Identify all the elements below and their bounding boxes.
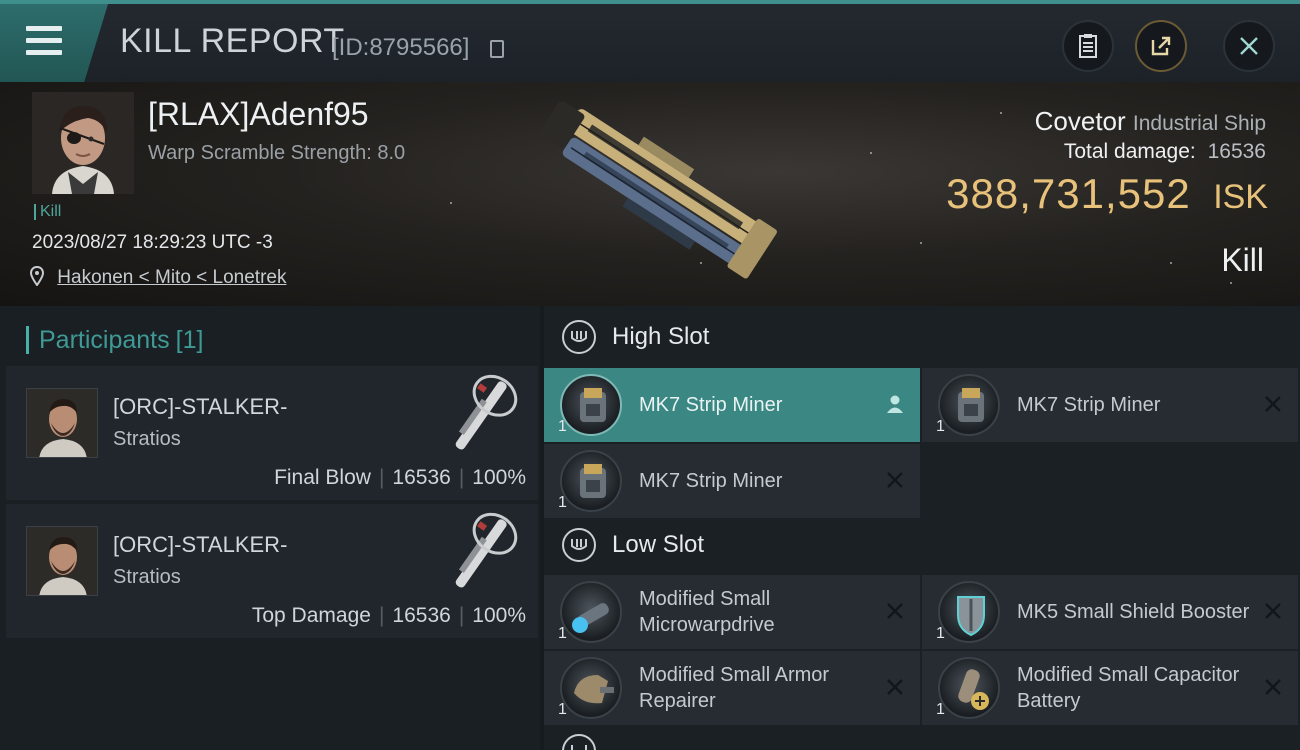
participant-percent: 100% — [472, 466, 526, 489]
participant-name: [ORC]-STALKER- — [113, 532, 288, 557]
participant-name: [ORC]-STALKER- — [113, 394, 288, 419]
copy-icon[interactable] — [490, 40, 504, 58]
module-quantity: 1 — [936, 701, 945, 718]
kill-datetime: 2023/08/27 18:29:23 UTC -3 — [32, 232, 273, 253]
kill-location-link[interactable]: Hakonen < Mito < Lonetrek — [30, 266, 286, 289]
warp-scramble-strength: Warp Scramble Strength: 8.0 — [148, 142, 406, 164]
module-quantity: 1 — [936, 418, 945, 435]
isk-loss: 388,731,552 ISK — [946, 170, 1268, 218]
low-slot-header: Low Slot — [562, 528, 704, 562]
module-item[interactable]: 1 Modified Small Microwarpdrive — [544, 575, 920, 649]
share-icon — [1151, 36, 1171, 56]
slot-icon — [562, 734, 596, 750]
close-icon — [887, 472, 903, 488]
slot-icon — [562, 528, 596, 562]
participant-role: Final Blow — [274, 466, 371, 489]
participant-damage: 16536 — [392, 604, 451, 627]
participants-title: Participants — [39, 326, 170, 354]
location-pin-icon — [30, 266, 44, 286]
module-quantity: 1 — [558, 625, 567, 642]
strip-miner-icon — [560, 450, 622, 512]
module-item[interactable]: 1 MK7 Strip Miner — [544, 444, 920, 518]
participant-avatar[interactable] — [26, 388, 98, 458]
share-button[interactable] — [1135, 20, 1187, 72]
clipboard-icon — [1079, 34, 1097, 58]
participant-role: Top Damage — [251, 604, 371, 627]
module-quantity: 1 — [558, 701, 567, 718]
participant-ship-image[interactable] — [436, 372, 528, 460]
strip-miner-icon — [560, 374, 622, 436]
victim-ship-line: Covetor Industrial Ship — [1035, 106, 1266, 137]
module-name: MK7 Strip Miner — [1017, 394, 1161, 416]
capacitor-battery-icon — [938, 657, 1000, 719]
close-icon — [1265, 396, 1281, 412]
participant-percent: 100% — [472, 604, 526, 627]
kill-tag: Kill — [34, 204, 61, 220]
total-damage-label: Total damage: — [1063, 140, 1196, 163]
close-icon — [887, 603, 903, 619]
fitting-panel: High Slot 1 MK7 Strip Miner 1 MK7 Strip … — [544, 306, 1300, 750]
low-slot-title: Low Slot — [612, 531, 705, 558]
participant-ship: Stratios — [113, 428, 181, 450]
person-icon[interactable] — [884, 393, 906, 415]
top-bar: KILL REPORT [ID:8795566] — [0, 0, 1300, 82]
participant-damage: 16536 — [392, 466, 451, 489]
module-name: MK5 Small Shield Booster — [1017, 601, 1250, 623]
participant-row[interactable]: [ORC]-STALKER- Stratios Final Blow | 16536… — [6, 366, 538, 500]
participant-stats: Final Blow | 16536 | 100% — [274, 466, 526, 489]
total-damage-value: 16536 — [1207, 140, 1266, 163]
menu-button[interactable] — [0, 4, 108, 82]
next-slot-header — [562, 734, 612, 750]
module-item[interactable]: 1 Modified Small Armor Repairer — [544, 651, 920, 725]
victim-ship-image[interactable] — [515, 102, 790, 282]
armor-repairer-icon — [560, 657, 622, 719]
high-slot-title: High Slot — [612, 323, 710, 350]
page-title: KILL REPORT — [120, 22, 345, 60]
module-name: Modified Small Armor Repairer — [639, 664, 830, 712]
close-icon — [1265, 679, 1281, 695]
strip-miner-icon — [938, 374, 1000, 436]
isk-value: 388,731,552 — [946, 170, 1191, 217]
victim-name: [RLAX]Adenf95 — [148, 96, 369, 132]
menu-icon — [26, 26, 62, 56]
isk-unit: ISK — [1213, 178, 1268, 216]
ship-class: Industrial Ship — [1132, 112, 1266, 135]
participants-count: [1] — [175, 326, 204, 354]
result-label: Kill — [1221, 242, 1264, 278]
participant-stats: Top Damage | 16536 | 100% — [251, 604, 526, 627]
close-icon — [1240, 37, 1258, 55]
module-quantity: 1 — [936, 625, 945, 642]
slot-icon — [562, 320, 596, 354]
module-name: Modified Small Microwarpdrive — [639, 588, 775, 636]
kill-summary-banner: [RLAX]Adenf95 Warp Scramble Strength: 8.… — [0, 82, 1300, 306]
module-item[interactable]: 1 MK5 Small Shield Booster — [922, 575, 1298, 649]
module-item[interactable]: 1 Modified Small Capacitor Battery — [922, 651, 1298, 725]
participant-ship-image[interactable] — [436, 510, 528, 598]
close-button[interactable] — [1223, 20, 1275, 72]
location-text: Hakonen < Mito < Lonetrek — [57, 267, 287, 288]
module-item[interactable]: 1 MK7 Strip Miner — [922, 368, 1298, 442]
microwarpdrive-icon — [560, 581, 622, 643]
ship-name: Covetor — [1034, 106, 1126, 136]
clipboard-button[interactable] — [1062, 20, 1114, 72]
high-slot-header: High Slot — [562, 320, 709, 354]
participants-header: Participants [1] — [26, 326, 203, 354]
module-name: MK7 Strip Miner — [639, 470, 783, 492]
total-damage: Total damage: 16536 — [1064, 140, 1266, 164]
participants-panel: Participants [1] [ORC]-STALKER- Stratios … — [0, 306, 540, 750]
participant-avatar[interactable] — [26, 526, 98, 596]
shield-booster-icon — [938, 581, 1000, 643]
participant-row[interactable]: [ORC]-STALKER- Stratios Top Damage | 16536… — [6, 504, 538, 638]
participant-ship: Stratios — [113, 566, 181, 588]
close-icon — [887, 679, 903, 695]
report-id: [ID:8795566] — [332, 34, 470, 61]
module-item[interactable]: 1 MK7 Strip Miner — [544, 368, 920, 442]
module-quantity: 1 — [558, 418, 567, 435]
module-name: Modified Small Capacitor Battery — [1017, 664, 1240, 712]
close-icon — [1265, 603, 1281, 619]
module-quantity: 1 — [558, 494, 567, 511]
victim-avatar[interactable] — [32, 92, 134, 194]
module-name: MK7 Strip Miner — [639, 394, 783, 416]
